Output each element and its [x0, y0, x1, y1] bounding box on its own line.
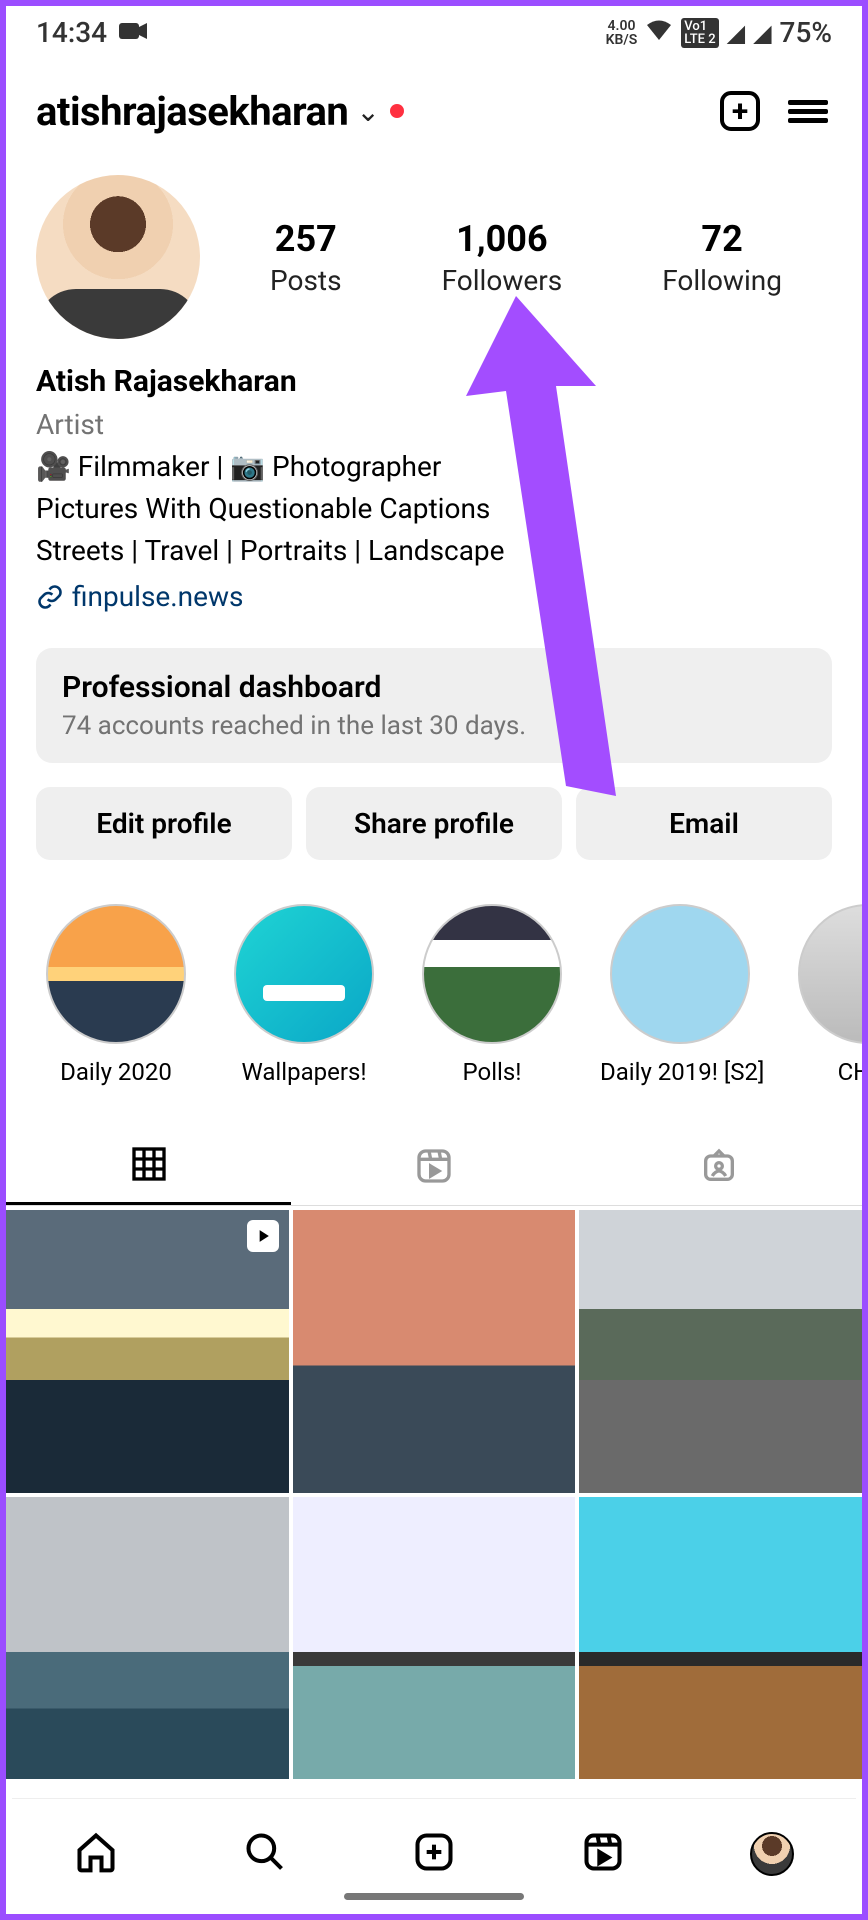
content-tabs — [6, 1126, 862, 1206]
highlight-item[interactable]: Daily 2019! [S2] — [600, 904, 760, 1086]
profile-summary: 257 Posts 1,006 Followers 72 Following — [6, 145, 862, 349]
edit-profile-button[interactable]: Edit profile — [36, 787, 292, 860]
post-thumbnail[interactable] — [579, 1210, 862, 1493]
tab-reels[interactable] — [291, 1126, 576, 1205]
nav-reels[interactable] — [581, 1830, 625, 1878]
following-stat[interactable]: 72 Following — [662, 218, 782, 297]
nav-search[interactable] — [243, 1830, 287, 1878]
bio-section: Atish Rajasekharan Artist 🎥 Filmmaker | … — [6, 349, 862, 638]
username-switcher[interactable]: atishrajasekharan — [36, 88, 348, 135]
email-button[interactable]: Email — [576, 787, 832, 860]
posts-stat[interactable]: 257 Posts — [270, 218, 342, 297]
battery-text: 75% — [780, 16, 832, 49]
chevron-down-icon[interactable]: ⌄ — [356, 95, 379, 128]
bio-line-1: 🎥 Filmmaker | 📷 Photographer — [36, 446, 832, 488]
dashboard-subtitle: 74 accounts reached in the last 30 days. — [62, 711, 806, 741]
bio-line-3: Streets | Travel | Portraits | Landscape — [36, 530, 832, 572]
action-buttons: Edit profile Share profile Email — [6, 773, 862, 874]
screen-record-icon — [119, 16, 149, 49]
post-thumbnail[interactable] — [293, 1210, 576, 1493]
signal-icon-2: ◢ — [753, 19, 771, 47]
posts-grid — [6, 1210, 862, 1779]
professional-dashboard[interactable]: Professional dashboard 74 accounts reach… — [36, 648, 832, 763]
nav-home[interactable] — [74, 1830, 118, 1878]
bio-link[interactable]: finpulse.news — [36, 576, 832, 618]
lte-badge: Vo1LTE 2 — [681, 18, 718, 48]
nav-create[interactable] — [412, 1830, 456, 1878]
display-name: Atish Rajasekharan — [36, 359, 832, 404]
dashboard-title: Professional dashboard — [62, 670, 806, 705]
status-time: 14:34 — [36, 16, 107, 49]
post-thumbnail[interactable] — [579, 1497, 862, 1780]
reel-icon — [247, 1220, 279, 1252]
nav-avatar-icon — [750, 1832, 794, 1876]
share-profile-button[interactable]: Share profile — [306, 787, 562, 860]
highlight-cover — [46, 904, 186, 1044]
highlight-item[interactable]: Daily 2020 — [36, 904, 196, 1086]
highlight-cover — [422, 904, 562, 1044]
highlight-item[interactable]: CHIKI — [788, 904, 862, 1086]
category-label[interactable]: Artist — [36, 404, 832, 446]
gesture-bar — [344, 1893, 524, 1900]
post-thumbnail[interactable] — [293, 1497, 576, 1780]
highlight-item[interactable]: Wallpapers! — [224, 904, 384, 1086]
notification-dot — [390, 104, 404, 118]
highlight-cover — [610, 904, 750, 1044]
highlight-item[interactable]: Polls! — [412, 904, 572, 1086]
tab-tagged[interactable] — [577, 1126, 862, 1205]
post-thumbnail[interactable] — [6, 1210, 289, 1493]
post-thumbnail[interactable] — [6, 1497, 289, 1780]
bio-line-2: Pictures With Questionable Captions — [36, 488, 832, 530]
wifi-icon — [645, 16, 673, 49]
signal-icon-1: ◢ — [727, 19, 745, 47]
profile-avatar[interactable] — [36, 175, 200, 339]
tab-grid[interactable] — [6, 1126, 291, 1205]
nav-profile[interactable] — [750, 1832, 794, 1876]
highlight-cover — [234, 904, 374, 1044]
story-highlights[interactable]: Daily 2020 Wallpapers! Polls! Daily 2019… — [6, 874, 862, 1106]
highlight-cover — [798, 904, 862, 1044]
status-bar: 14:34 4.00 KB/S Vo1LTE 2 ◢ ◢ 75% — [6, 6, 862, 57]
bottom-nav — [12, 1798, 856, 1908]
create-button[interactable]: + — [716, 87, 764, 135]
menu-button[interactable] — [784, 87, 832, 135]
profile-header: atishrajasekharan ⌄ + — [6, 57, 862, 145]
data-rate: 4.00 KB/S — [606, 19, 638, 47]
followers-stat[interactable]: 1,006 Followers — [442, 218, 563, 297]
